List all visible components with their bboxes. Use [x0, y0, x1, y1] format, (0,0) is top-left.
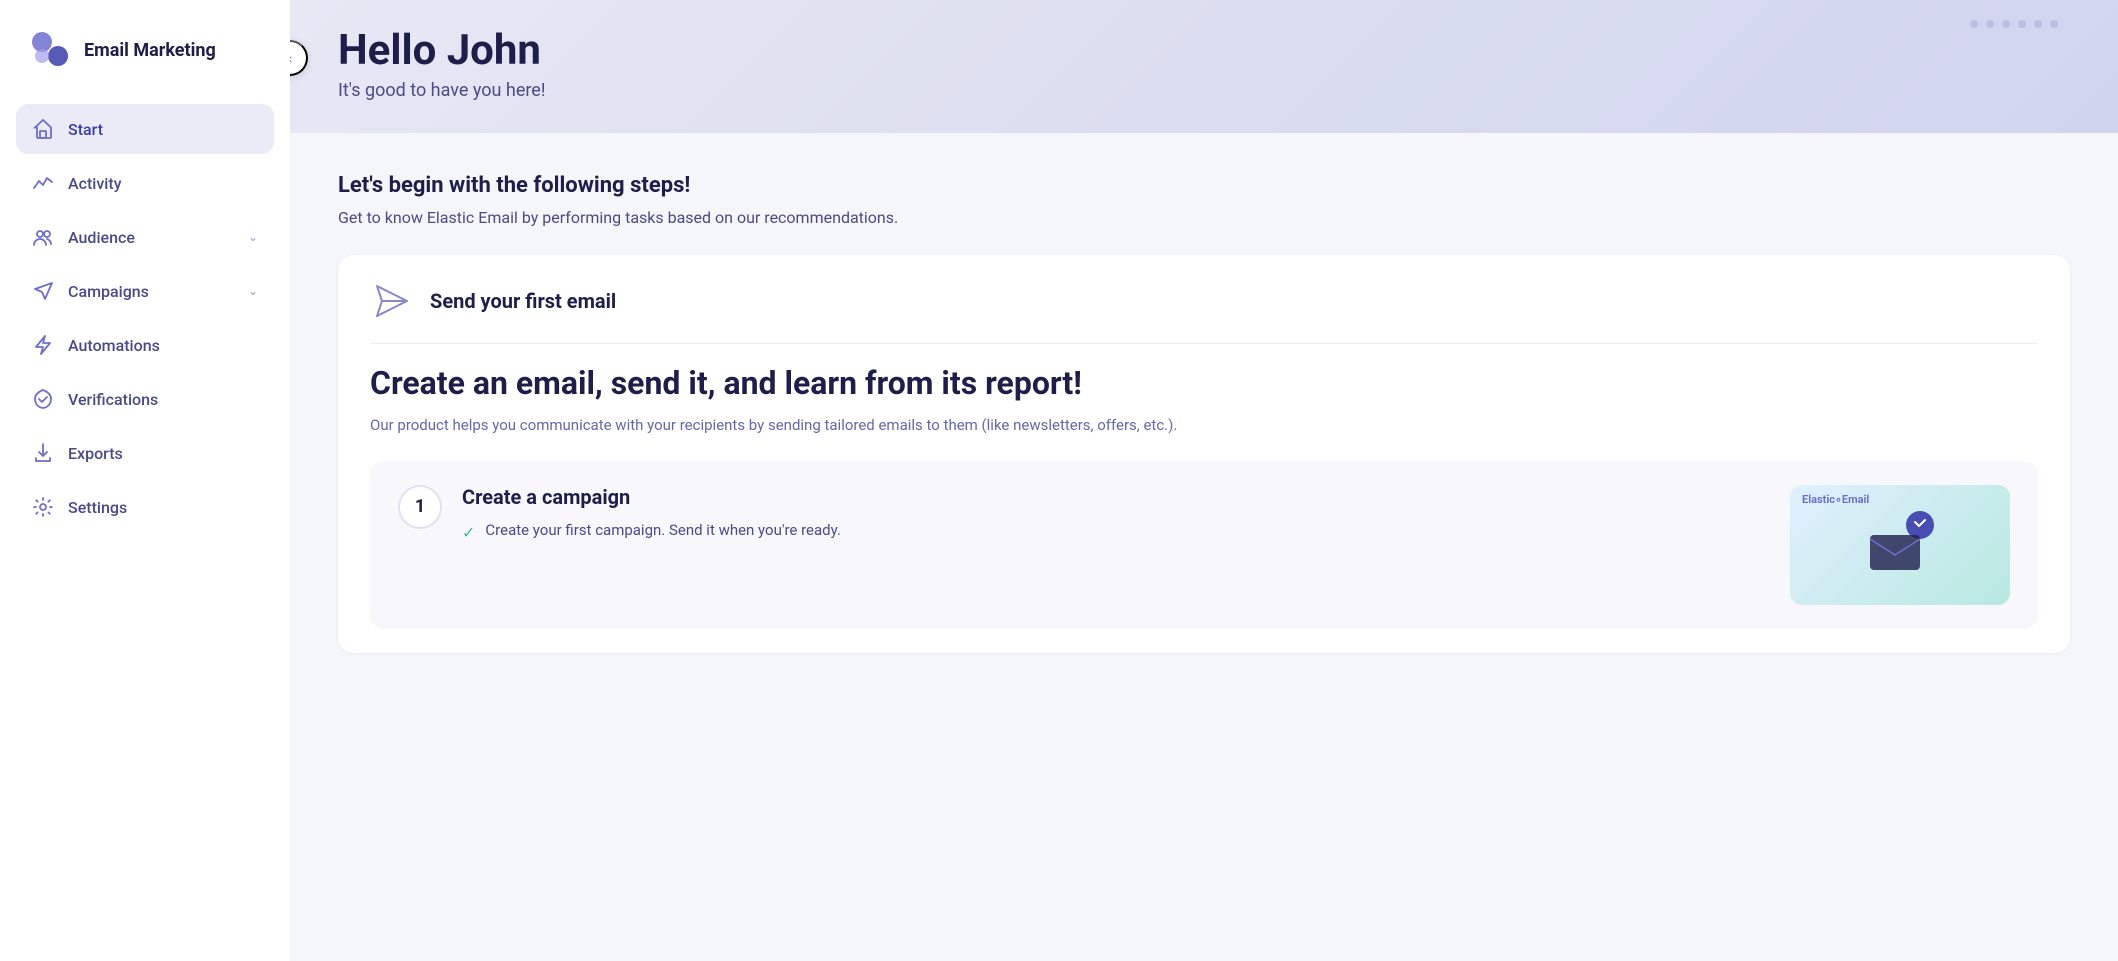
logo-area: Email Marketing [0, 0, 290, 104]
sidebar-item-verifications[interactable]: Verifications [16, 374, 274, 424]
exports-icon [32, 442, 54, 464]
create-email-desc: Our product helps you communicate with y… [370, 414, 2038, 437]
step-1-title: Create a campaign [462, 485, 1770, 509]
audience-icon [32, 226, 54, 248]
sidebar-item-exports[interactable]: Exports [16, 428, 274, 478]
main-content: ‹ Hello John It's good to have you here!… [290, 0, 2118, 961]
send-email-icon [370, 279, 414, 323]
app-name: Email Marketing [84, 40, 216, 61]
check-icon: ✓ [462, 523, 475, 542]
nav-menu: Start Activity [0, 104, 290, 532]
campaigns-chevron-icon: ⌄ [248, 284, 258, 298]
sidebar-item-settings[interactable]: Settings [16, 482, 274, 532]
campaign-step-card: 1 Create a campaign ✓ Create your first … [370, 461, 2038, 629]
brand-separator: ∘ [1835, 493, 1842, 506]
dot-2 [1986, 20, 1994, 28]
audience-chevron-icon: ⌄ [248, 230, 258, 244]
sidebar-item-settings-label: Settings [68, 498, 127, 517]
sidebar-item-start-label: Start [68, 120, 103, 139]
app-logo-icon [28, 28, 72, 72]
sidebar-item-automations[interactable]: Automations [16, 320, 274, 370]
home-icon [32, 118, 54, 140]
create-email-section: Create an email, send it, and learn from… [370, 364, 2038, 629]
sidebar-item-campaigns[interactable]: Campaigns ⌄ [16, 266, 274, 316]
header-text: Hello John It's good to have you here! [338, 28, 545, 101]
step-number-badge: 1 [398, 485, 442, 529]
content-area: Let's begin with the following steps! Ge… [290, 133, 2118, 961]
preview-illustration-icon [1860, 505, 1940, 585]
campaigns-icon [32, 280, 54, 302]
sidebar-item-verifications-label: Verifications [68, 390, 158, 409]
sidebar: Email Marketing Start [0, 0, 290, 961]
sidebar-item-audience[interactable]: Audience ⌄ [16, 212, 274, 262]
dot-3 [2002, 20, 2010, 28]
page-subtitle: It's good to have you here! [338, 80, 545, 101]
preview-brand-label: Elastic∘Email [1802, 493, 1869, 506]
page-title: Hello John [338, 28, 545, 74]
dot-1 [1970, 20, 1978, 28]
step-1-desc: Create your first campaign. Send it when… [485, 521, 841, 539]
step-1-content: Create a campaign ✓ Create your first ca… [462, 485, 1770, 550]
sidebar-item-automations-label: Automations [68, 336, 160, 355]
sidebar-item-audience-label: Audience [68, 228, 135, 247]
dot-4 [2018, 20, 2026, 28]
page-header: ‹ Hello John It's good to have you here! [290, 0, 2118, 133]
verifications-icon [32, 388, 54, 410]
dot-6 [2050, 20, 2058, 28]
sidebar-item-activity[interactable]: Activity [16, 158, 274, 208]
section-divider [370, 343, 2038, 344]
sidebar-item-activity-label: Activity [68, 174, 122, 193]
step-1-desc-row: ✓ Create your first campaign. Send it wh… [462, 521, 1770, 542]
email-preview-area: Elastic∘Email [1790, 485, 2010, 605]
decorative-dots [1970, 20, 2058, 28]
sidebar-item-start[interactable]: Start [16, 104, 274, 154]
activity-icon [32, 172, 54, 194]
steps-intro-title: Let's begin with the following steps! [338, 173, 2070, 198]
brand-name-part1: Elastic [1802, 493, 1835, 506]
step-1-number: 1 [398, 485, 442, 529]
send-email-title: Send your first email [430, 289, 616, 313]
automations-icon [32, 334, 54, 356]
send-first-email-header: Send your first email [370, 279, 2038, 323]
send-first-email-card: Send your first email Create an email, s… [338, 255, 2070, 653]
sidebar-item-campaigns-label: Campaigns [68, 282, 149, 301]
brand-name-part2: Email [1842, 493, 1869, 506]
collapse-sidebar-button[interactable]: ‹ [290, 40, 308, 76]
create-email-title: Create an email, send it, and learn from… [370, 364, 2038, 402]
settings-icon [32, 496, 54, 518]
dot-5 [2034, 20, 2042, 28]
steps-intro-desc: Get to know Elastic Email by performing … [338, 208, 2070, 227]
sidebar-item-exports-label: Exports [68, 444, 123, 463]
